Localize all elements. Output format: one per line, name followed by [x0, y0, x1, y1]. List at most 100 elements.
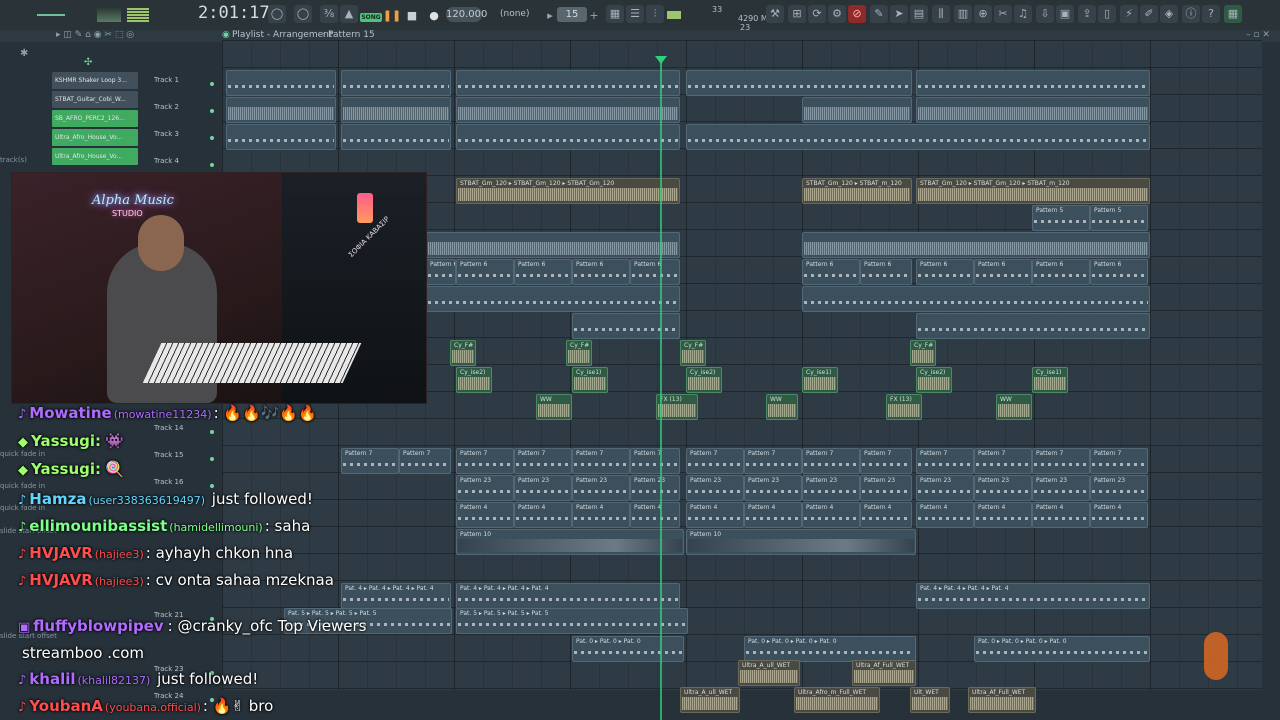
playlist-clip[interactable]	[916, 70, 1150, 96]
plugin-icon[interactable]: ⊕	[974, 5, 992, 23]
playlist-clip[interactable]: Pattern 10	[686, 529, 916, 555]
playlist-clip[interactable]: Pattern 6	[630, 259, 680, 285]
scissors-icon[interactable]: ✂	[994, 5, 1012, 23]
link-icon[interactable]: ⊘	[848, 5, 866, 23]
playlist-clip[interactable]: Pattern 7	[572, 448, 630, 474]
playlist-clip[interactable]: Pattern 4	[572, 502, 630, 528]
playlist-clip[interactable]: Ultra_Afro_m_Full_WET	[794, 687, 880, 713]
tempo-display[interactable]: 120.000	[446, 7, 487, 22]
track-header[interactable]: Track 3	[150, 124, 218, 151]
playlist-clip[interactable]: Pattern 4	[1032, 502, 1090, 528]
keyboard-icon[interactable]: ▥	[954, 5, 972, 23]
playlist-clip[interactable]: Pattern 7	[630, 448, 680, 474]
info-icon[interactable]: ⓘ	[1182, 5, 1200, 23]
playlist-clip[interactable]: Cy_ise1)	[802, 367, 838, 393]
playlist-clip[interactable]: Cy_ise1)	[1032, 367, 1068, 393]
mixer-view-icon[interactable]: ⫼	[932, 5, 950, 23]
playlist-clip[interactable]: Pattern 10	[456, 529, 684, 555]
track-header[interactable]: Track 2	[150, 97, 218, 124]
wrench-icon[interactable]: ⚒	[766, 5, 784, 23]
playlist-clip[interactable]: Ultra_Af_Full_WET	[968, 687, 1036, 713]
playlist-clip[interactable]	[686, 70, 912, 96]
playlist-clip[interactable]	[341, 124, 451, 150]
picker-item[interactable]: STBAT_Guitar_Cobi_W...	[52, 91, 138, 108]
settings-icon[interactable]: ⚙	[828, 5, 846, 23]
playlist-clip[interactable]: Pattern 23	[686, 475, 744, 501]
playlist-clip[interactable]	[916, 313, 1150, 339]
playlist-clip[interactable]: Pattern 4	[456, 502, 514, 528]
playlist-clip[interactable]: Pattern 7	[860, 448, 912, 474]
playlist-clip[interactable]: Cy_ise1)	[572, 367, 608, 393]
playlist-clip[interactable]: Pattern 4	[630, 502, 680, 528]
window-controls[interactable]: – ▫ ✕	[1246, 30, 1270, 40]
pattern-selector[interactable]: (none)	[500, 7, 544, 22]
playlist-clip[interactable]	[456, 97, 680, 123]
playlist-clip[interactable]: Cy_F#	[566, 340, 592, 366]
playlist-nav-icons[interactable]: ▸ ◫ ✎ ⌂ ◉ ✂ ⬚ ◎	[56, 30, 134, 40]
track-mute-led[interactable]	[210, 109, 214, 113]
playlist-clip[interactable]: Pattern 7	[686, 448, 744, 474]
playlist-clip[interactable]: Pattern 7	[916, 448, 974, 474]
playlist-clip[interactable]	[916, 97, 1150, 123]
playlist-clip[interactable]: Cy_ise2)	[456, 367, 492, 393]
playlist-clip[interactable]: STBAT_Gm_120 ▸ STBAT_Gm_120 ▸ STBAT_m_12…	[916, 178, 1150, 204]
playlist-clip[interactable]: Pattern 23	[456, 475, 514, 501]
piano-roll-icon[interactable]: ▦	[606, 5, 624, 23]
playlist-clip[interactable]: Pattern 5	[1032, 205, 1090, 231]
playlist-clip[interactable]	[226, 124, 336, 150]
playlist-clip[interactable]: Cy_F#	[450, 340, 476, 366]
playlist-pattern[interactable]: Pattern 15	[328, 30, 375, 40]
playlist-clip[interactable]: Pattern 4	[1090, 502, 1148, 528]
playlist-clip[interactable]: Ultra_A_ull_WET	[680, 687, 740, 713]
song-time-display[interactable]: 2:01:17	[198, 3, 270, 23]
microphone-icon[interactable]: ♫	[1014, 5, 1032, 23]
stop-icon[interactable]: ■	[404, 5, 420, 25]
playlist-clip[interactable]: Pattern 23	[514, 475, 572, 501]
playlist-clip[interactable]: Pattern 6	[916, 259, 974, 285]
playlist-clip[interactable]: FX (13)	[886, 394, 922, 420]
playlist-clip[interactable]	[426, 286, 680, 312]
master-volume-slider[interactable]	[36, 5, 66, 25]
playlist-clip[interactable]: FX (13)	[656, 394, 698, 420]
export-icon[interactable]: ⇪	[1078, 5, 1096, 23]
chevron-right-icon[interactable]: ▸	[544, 5, 556, 25]
track-mute-led[interactable]	[210, 163, 214, 167]
playlist-clip[interactable]	[572, 313, 680, 339]
playlist-clip[interactable]: WW	[996, 394, 1032, 420]
brush-icon[interactable]: ✐	[1140, 5, 1158, 23]
plus-icon[interactable]: +	[588, 5, 600, 25]
help-icon[interactable]: ?	[1202, 5, 1220, 23]
playlist-clip[interactable]: Pat. 0 ▸ Pat. 0 ▸ Pat. 0	[572, 636, 684, 662]
playlist-clip[interactable]	[341, 97, 451, 123]
playlist-clip[interactable]: Pattern 23	[1090, 475, 1148, 501]
list-icon[interactable]: ☰	[626, 5, 644, 23]
song-mode-toggle[interactable]: SONG	[360, 13, 382, 22]
playlist-clip[interactable]	[802, 232, 1150, 258]
playlist-clip[interactable]: Pattern 7	[456, 448, 514, 474]
picker-item[interactable]: Ultra_Afro_House_Vo...	[52, 129, 138, 146]
browser-icon[interactable]: ▯	[1098, 5, 1116, 23]
playlist-clip[interactable]: Cy_ise2)	[686, 367, 722, 393]
playlist-clip[interactable]: Pattern 4	[514, 502, 572, 528]
playlist-clip[interactable]: Pattern 6	[860, 259, 912, 285]
pattern-number[interactable]: 15	[557, 7, 587, 22]
playlist-clip[interactable]: Pat. 0 ▸ Pat. 0 ▸ Pat. 0 ▸ Pat. 0	[974, 636, 1150, 662]
track-header[interactable]: Track 1	[150, 70, 218, 97]
playlist-clip[interactable]	[686, 124, 1150, 150]
playlist-clip[interactable]: Pattern 23	[630, 475, 680, 501]
pin-icon[interactable]: ✱	[20, 48, 28, 59]
snap-icon[interactable]: ⊞	[788, 5, 806, 23]
playhead-marker[interactable]	[655, 56, 667, 64]
playlist-clip[interactable]: Pattern 4	[860, 502, 912, 528]
playlist-clip[interactable]: Pattern 6	[426, 259, 456, 285]
playlist-clip[interactable]: Pat. 4 ▸ Pat. 4 ▸ Pat. 4 ▸ Pat. 4	[456, 583, 680, 609]
playlist-clip[interactable]	[802, 97, 912, 123]
plug-icon[interactable]: ⚡	[1120, 5, 1138, 23]
playlist-clip[interactable]: Cy_ise2)	[916, 367, 952, 393]
pencil-icon[interactable]: ✎	[870, 5, 888, 23]
channel-rack-icon[interactable]: ▤	[910, 5, 928, 23]
playlist-clip[interactable]: Pattern 6	[974, 259, 1032, 285]
pitch-knob-icon[interactable]: ◯	[294, 5, 312, 23]
playlist-clip[interactable]: Pattern 6	[514, 259, 572, 285]
playlist-clip[interactable]: Pattern 6	[802, 259, 860, 285]
